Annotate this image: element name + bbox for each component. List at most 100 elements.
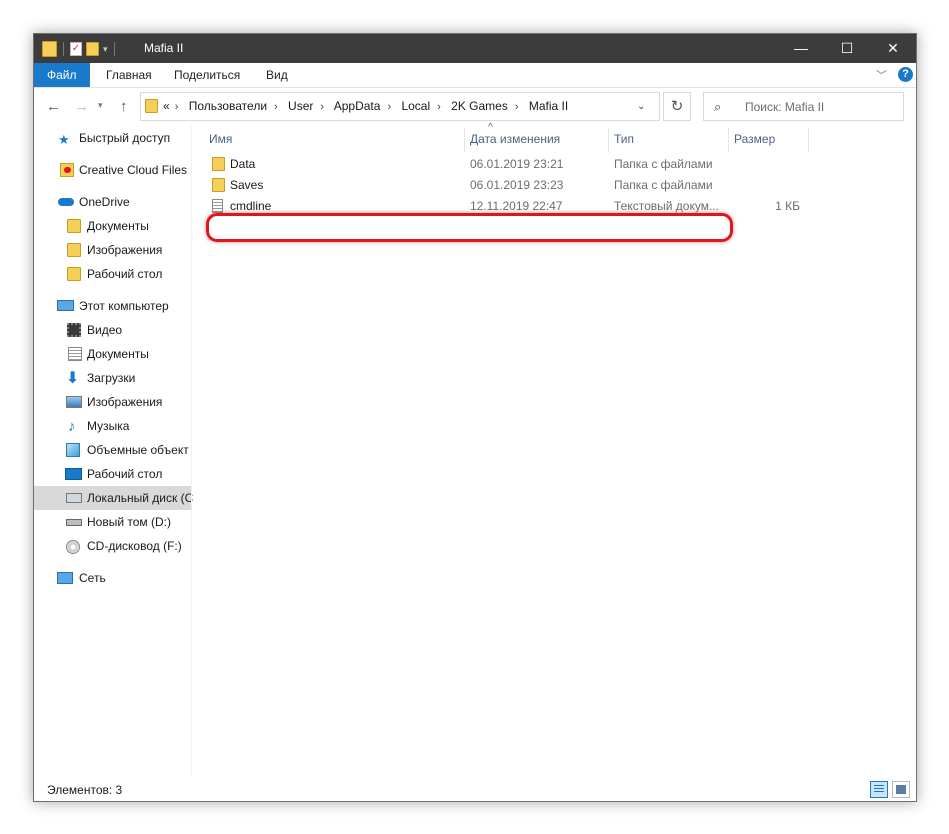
tab-home[interactable]: Главная xyxy=(92,63,166,87)
tab-view[interactable]: Вид xyxy=(252,63,302,87)
details-view-icon xyxy=(874,785,884,794)
sidebar-item-label: Creative Cloud Files xyxy=(79,163,188,177)
breadcrumb-item[interactable]: AppData xyxy=(334,99,381,113)
sidebar-item-downloads[interactable]: ⬇ Загрузки xyxy=(34,366,191,390)
column-divider[interactable] xyxy=(808,128,809,152)
sidebar-item-network[interactable]: Сеть xyxy=(34,566,191,590)
sidebar-item-label: Этот компьютер xyxy=(79,299,169,313)
video-icon xyxy=(67,323,81,337)
sidebar-item-label: Документы xyxy=(87,219,149,233)
sidebar-item-local-disk-c[interactable]: Локальный диск (C xyxy=(34,486,194,510)
navigation-pane: ★ Быстрый доступ Creative Cloud Files On… xyxy=(34,126,194,776)
sidebar-item-label: Новый том (D:) xyxy=(87,515,171,529)
properties-icon[interactable]: ✓ xyxy=(70,42,82,56)
breadcrumb-item[interactable]: 2K Games xyxy=(451,99,508,113)
sidebar-item-onedrive-documents[interactable]: Документы xyxy=(34,214,191,238)
column-header-date[interactable]: Дата изменения xyxy=(470,126,560,152)
file-size: 1 КБ xyxy=(775,199,800,213)
sidebar-item-cd-drive-f[interactable]: CD-дисковод (F:) xyxy=(34,534,191,558)
sidebar-item-label: Загрузки xyxy=(87,371,136,385)
pictures-icon xyxy=(66,396,82,408)
customize-toolbar-icon[interactable]: ▾ xyxy=(103,44,108,55)
cd-drive-icon xyxy=(66,540,80,554)
text-file-icon xyxy=(212,199,223,213)
sidebar-item-desktop[interactable]: Рабочий стол xyxy=(34,462,191,486)
sidebar-item-this-pc[interactable]: Этот компьютер xyxy=(34,294,191,318)
star-icon: ★ xyxy=(58,132,70,147)
sidebar-item-label: Изображения xyxy=(87,243,163,257)
sidebar-item-quick-access[interactable]: ★ Быстрый доступ xyxy=(34,126,191,150)
breadcrumb-item[interactable]: User xyxy=(288,99,313,113)
refresh-button[interactable]: ↻ xyxy=(663,92,691,121)
search-placeholder: Поиск: Mafia II xyxy=(745,100,825,114)
sidebar-item-documents[interactable]: Документы xyxy=(34,342,191,366)
sidebar-item-label: Изображения xyxy=(87,395,163,409)
sidebar-item-videos[interactable]: Видео xyxy=(34,318,191,342)
new-folder-icon[interactable] xyxy=(86,42,99,56)
sidebar-item-label: Видео xyxy=(87,323,123,337)
sidebar-item-onedrive[interactable]: OneDrive xyxy=(34,190,191,214)
large-icons-view-icon xyxy=(896,785,906,794)
breadcrumb: « › Пользователи › User › AppData › Local › 2… xyxy=(163,93,568,120)
maximize-button[interactable]: ☐ xyxy=(824,34,870,63)
folder-icon xyxy=(212,157,225,171)
address-history-chevron-icon[interactable]: ⌄ xyxy=(637,101,645,112)
breadcrumb-separator[interactable]: › xyxy=(387,101,391,113)
folder-icon xyxy=(67,243,81,257)
breadcrumb-item[interactable]: Mafia II xyxy=(529,99,568,113)
sidebar-item-label: Сеть xyxy=(79,571,106,585)
breadcrumb-item[interactable]: Local xyxy=(401,99,430,113)
breadcrumb-item[interactable]: Пользователи xyxy=(189,99,267,113)
breadcrumb-separator[interactable]: › xyxy=(437,101,441,113)
details-view-button[interactable] xyxy=(870,781,888,798)
forward-arrow-icon[interactable]: → xyxy=(74,98,89,115)
file-row-saves[interactable]: Saves 06.01.2019 23:23 Папка с файлами xyxy=(206,175,766,196)
sidebar-item-drive-d[interactable]: Новый том (D:) xyxy=(34,510,191,534)
column-header-type[interactable]: Тип xyxy=(614,126,634,152)
item-count: Элементов: 3 xyxy=(47,783,123,797)
folder-icon xyxy=(67,267,81,281)
breadcrumb-separator[interactable]: › xyxy=(515,101,519,113)
large-icons-view-button[interactable] xyxy=(892,781,910,798)
column-divider[interactable] xyxy=(608,128,609,152)
sidebar-item-onedrive-pictures[interactable]: Изображения xyxy=(34,238,191,262)
breadcrumb-separator[interactable]: › xyxy=(320,101,324,113)
recent-locations-chevron-icon[interactable]: ▾ xyxy=(98,100,103,111)
sidebar-item-pictures[interactable]: Изображения xyxy=(34,390,191,414)
tab-share[interactable]: Поделиться xyxy=(160,63,254,87)
sidebar-item-label: OneDrive xyxy=(79,195,130,209)
sidebar-item-3d-objects[interactable]: Объемные объект xyxy=(34,438,191,462)
drive-icon xyxy=(66,519,82,526)
search-input[interactable]: ⌕ Поиск: Mafia II xyxy=(703,92,904,121)
breadcrumb-separator[interactable]: › xyxy=(274,101,278,113)
file-name: Data xyxy=(230,157,256,171)
column-divider[interactable] xyxy=(464,128,465,152)
sidebar-item-label: Локальный диск (C xyxy=(87,491,194,505)
refresh-icon: ↻ xyxy=(670,98,684,115)
address-bar[interactable]: « › Пользователи › User › AppData › Local › 2… xyxy=(140,92,660,121)
breadcrumb-overflow[interactable]: « xyxy=(163,99,170,113)
folder-icon xyxy=(212,178,225,192)
network-icon xyxy=(57,572,73,584)
sidebar-item-label: Музыка xyxy=(87,419,130,433)
cloud-icon xyxy=(58,198,74,206)
file-explorer-window: ✓ ▾ Mafia II — ☐ ✕ Файл Главная Поделить… xyxy=(33,33,917,802)
folder-icon xyxy=(42,41,57,57)
back-arrow-icon[interactable]: ← xyxy=(46,98,61,115)
breadcrumb-separator: › xyxy=(174,101,179,113)
documents-icon xyxy=(68,347,82,361)
sidebar-item-creative-cloud[interactable]: Creative Cloud Files xyxy=(34,158,191,182)
up-arrow-icon[interactable]: ↑ xyxy=(120,98,128,115)
sidebar-item-onedrive-desktop[interactable]: Рабочий стол xyxy=(34,262,191,286)
column-header-size[interactable]: Размер xyxy=(734,126,775,152)
close-button[interactable]: ✕ xyxy=(870,34,916,63)
file-row-data[interactable]: Data 06.01.2019 23:21 Папка с файлами xyxy=(206,154,766,175)
file-type: Папка с файлами xyxy=(614,178,713,192)
expand-ribbon-icon[interactable]: ﹀ xyxy=(876,67,887,83)
column-divider[interactable] xyxy=(728,128,729,152)
tab-file[interactable]: Файл xyxy=(34,63,90,87)
column-header-name[interactable]: Имя xyxy=(209,126,232,152)
help-icon[interactable]: ? xyxy=(898,67,913,82)
sidebar-item-music[interactable]: ♪ Музыка xyxy=(34,414,191,438)
minimize-button[interactable]: — xyxy=(778,34,824,63)
